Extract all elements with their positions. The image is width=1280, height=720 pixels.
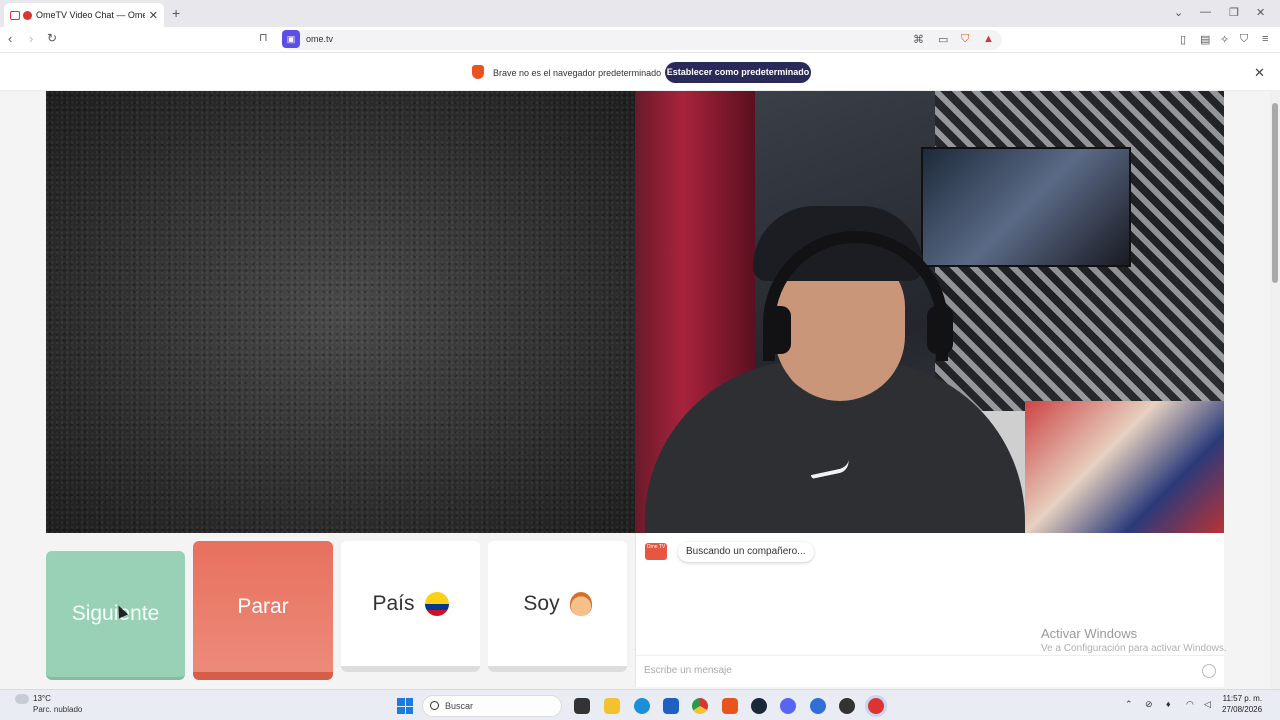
weather-desc: Parc. nublado (33, 705, 83, 714)
close-notification-button[interactable]: ✕ (1254, 65, 1265, 81)
search-label: Buscar (445, 701, 474, 711)
minimize-button[interactable]: — (1200, 6, 1211, 18)
reload-icon[interactable]: ↻ (47, 31, 57, 45)
gender-button[interactable]: Soy (488, 541, 627, 672)
file-explorer-icon[interactable] (604, 698, 620, 714)
set-default-button[interactable]: Establecer como predeterminado (665, 62, 811, 83)
chrome-active-icon[interactable] (868, 698, 884, 714)
leo-icon[interactable]: ✧ (1220, 33, 1229, 46)
page-content: Siguiente Parar País Soy Ome TV Buscando… (0, 91, 1270, 689)
brave-rewards-icon[interactable]: ▲ (983, 33, 994, 45)
searching-status: Buscando un compañero... (678, 542, 814, 562)
close-window-button[interactable]: ✕ (1256, 6, 1265, 19)
headset-ear-right (927, 306, 953, 354)
brave-logo-icon (472, 65, 484, 79)
country-button[interactable]: País (341, 541, 480, 672)
country-label: País (372, 591, 415, 615)
back-icon[interactable]: ‹ (8, 31, 12, 46)
translate-icon[interactable]: ⌘ (913, 33, 924, 46)
browser-tab[interactable]: OmeTV Video Chat — Omeg ✕ (4, 3, 164, 27)
wifi-icon[interactable]: ◠ (1186, 699, 1194, 710)
tab-strip: OmeTV Video Chat — Omeg ✕ + ⌄ — ❐ ✕ (0, 0, 1280, 27)
volume-icon[interactable]: ◁ (1204, 699, 1211, 710)
page-scrollbar[interactable] (1270, 91, 1280, 689)
edge-icon[interactable] (634, 698, 650, 714)
system-clock[interactable]: 11:57 p. m. 27/08/2026 (1222, 693, 1262, 715)
weather-temp: 13°C (33, 694, 51, 704)
cast-icon[interactable]: ▭ (938, 33, 948, 46)
menu-icon[interactable]: ≡ (1262, 33, 1268, 45)
scrollbar-thumb[interactable] (1272, 103, 1278, 283)
tab-close-button[interactable]: ✕ (149, 9, 158, 22)
maximize-button[interactable]: ❐ (1229, 6, 1239, 19)
colombia-flag-icon (424, 591, 449, 616)
omegle-favicon-icon (23, 10, 32, 20)
activate-windows-title: Activar Windows (1041, 626, 1138, 641)
partner-video-static (46, 91, 635, 533)
taskbar-search[interactable]: Buscar (422, 695, 562, 717)
message-placeholder: Escribe un mensaje (644, 665, 732, 676)
search-icon (430, 701, 439, 710)
tab-search-icon[interactable]: ⌄ (1174, 6, 1183, 19)
store-icon[interactable] (663, 698, 679, 714)
brave-shield-icon[interactable]: ⛉ (961, 33, 969, 46)
next-button[interactable]: Siguiente (46, 551, 185, 680)
clock-date: 27/08/2026 (1222, 705, 1263, 714)
url-field[interactable]: ▣ ome.tv (282, 30, 1002, 50)
site-info-icon[interactable]: ▣ (282, 30, 300, 48)
gender-label: Soy (523, 591, 560, 615)
windows-start-icon[interactable] (397, 698, 413, 714)
forward-icon[interactable]: › (29, 31, 33, 46)
windows-taskbar: 13°C Parc. nublado Buscar ⌃ ⊘ ♦ ◠ ◁ 11:5… (0, 689, 1280, 720)
terminal-app-icon[interactable] (574, 698, 590, 714)
chat-panel: Ome TV Buscando un compañero... Escribe … (635, 533, 1225, 687)
ometv-logo-icon: Ome TV (645, 543, 667, 560)
default-browser-bar: Brave no es el navegador predeterminado … (0, 54, 1280, 91)
chrome-icon[interactable] (692, 698, 708, 714)
clock-time: 11:57 p. m. (1222, 694, 1263, 703)
stop-label: Parar (237, 594, 289, 618)
sidebar-icon[interactable]: ▯ (1180, 33, 1186, 46)
headset-ear-left (765, 306, 791, 354)
discord-icon[interactable] (780, 698, 796, 714)
stop-button[interactable]: Parar (193, 541, 333, 680)
tab-audio-icon (10, 10, 20, 20)
wall-poster (921, 147, 1131, 267)
tab-title: OmeTV Video Chat — Omeg (36, 10, 145, 20)
tray-overflow-icon[interactable]: ⌃ (1125, 699, 1133, 710)
bookmark-icon[interactable]: ⊓ (259, 31, 268, 44)
address-bar-row: ‹ › ↻ ⊓ ▣ ome.tv ⌘ ▭ ⛉ ▲ ▯ ▤ ✧ ⛉ ≡ (0, 27, 1280, 53)
activate-windows-subtitle: Ve a Configuración para activar Windows. (1041, 643, 1227, 654)
app-icon[interactable] (810, 698, 826, 714)
brave-icon[interactable] (722, 698, 738, 714)
emoji-icon[interactable] (1202, 664, 1216, 678)
new-tab-button[interactable]: + (172, 5, 180, 21)
default-browser-message: Brave no es el navegador predeterminado (493, 68, 662, 78)
steam-icon[interactable] (751, 698, 767, 714)
obs-icon[interactable] (839, 698, 855, 714)
weather-widget[interactable]: 13°C Parc. nublado (15, 694, 82, 714)
self-camera-video (635, 91, 1224, 533)
microphone-icon[interactable]: ♦ (1166, 699, 1171, 709)
wallet-icon[interactable]: ▤ (1200, 33, 1210, 46)
url-text: ome.tv (306, 34, 334, 44)
vpn-icon[interactable]: ⛉ (1240, 33, 1248, 46)
message-input[interactable]: Escribe un mensaje (636, 655, 1225, 685)
cloud-icon (15, 694, 29, 704)
bed-blanket (1025, 401, 1224, 533)
network-off-icon[interactable]: ⊘ (1145, 699, 1153, 710)
boy-icon (569, 591, 592, 616)
